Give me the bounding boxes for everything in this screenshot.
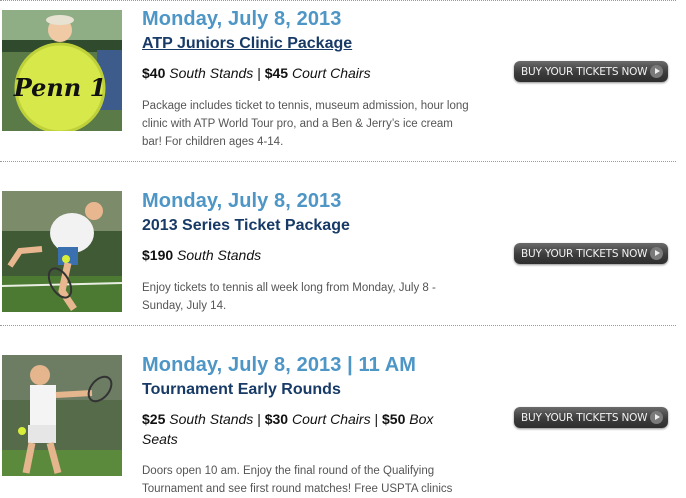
buy-tickets-button[interactable]: BUY YOUR TICKETS NOW (514, 243, 668, 264)
buy-button-label: BUY YOUR TICKETS NOW (521, 247, 648, 260)
price-amount: $50 (382, 411, 406, 427)
buy-tickets-button[interactable]: BUY YOUR TICKETS NOW (514, 407, 668, 428)
buy-button-label: BUY YOUR TICKETS NOW (521, 65, 648, 78)
svg-text:Penn 1: Penn 1 (13, 73, 107, 102)
chevron-right-icon (650, 65, 663, 78)
divider (0, 0, 676, 1)
event-date: Monday, July 8, 2013 (142, 190, 342, 212)
price-section: South Stands (177, 247, 262, 263)
price-list: $40 South Stands | $45 Court Chairs (142, 63, 462, 83)
event-title-link[interactable]: ATP Juniors Clinic Package (142, 35, 352, 53)
event-description: Doors open 10 am. Enjoy the final round … (142, 465, 453, 495)
event-image[interactable]: Penn 1 (2, 10, 122, 131)
price-separator: | (257, 65, 261, 81)
event-description: Package includes ticket to tennis, museu… (142, 100, 469, 148)
price-section: South Stands (169, 65, 254, 81)
price-separator: | (257, 411, 261, 427)
price-amount: $30 (264, 411, 289, 427)
price-amount: $190 (142, 247, 174, 263)
buy-button-label: BUY YOUR TICKETS NOW (521, 411, 648, 424)
price-amount: $25 (142, 411, 166, 427)
chevron-right-icon (650, 411, 663, 424)
buy-tickets-button[interactable]: BUY YOUR TICKETS NOW (514, 61, 668, 82)
event-image[interactable] (2, 191, 122, 312)
event-title: Tournament Early Rounds (142, 381, 341, 398)
price-section: Court Chairs (291, 65, 371, 81)
event-description: Enjoy tickets to tennis all week long fr… (142, 282, 436, 312)
price-list: $190 South Stands (142, 245, 462, 265)
chevron-right-icon (650, 247, 663, 260)
price-section: South Stands (169, 411, 254, 427)
divider (0, 161, 676, 162)
price-amount: $45 (264, 65, 289, 81)
price-amount: $40 (142, 65, 166, 81)
price-separator: | (374, 411, 379, 427)
event-date: Monday, July 8, 2013 (142, 8, 342, 30)
event-date: Monday, July 8, 2013 | 11 AM (142, 354, 417, 376)
price-list: $25 South Stands | $30 Court Chairs | $5… (142, 409, 462, 449)
price-section: Court Chairs (291, 411, 371, 427)
divider (0, 325, 676, 326)
event-image[interactable] (2, 355, 122, 476)
event-title: 2013 Series Ticket Package (142, 217, 350, 234)
